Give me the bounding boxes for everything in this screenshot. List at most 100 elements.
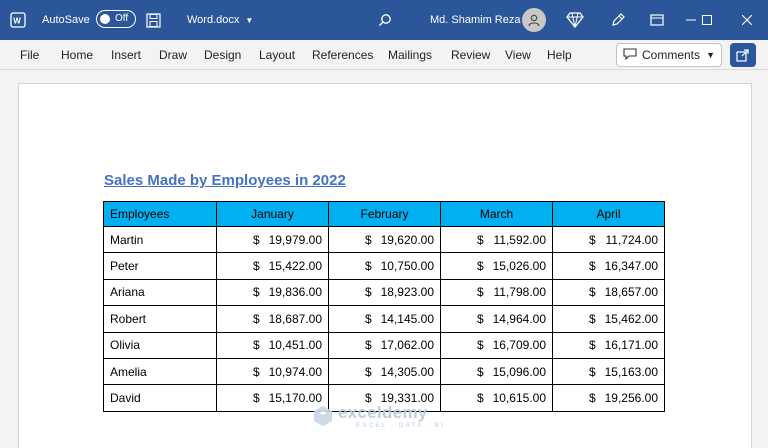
amount-value: 10,615.00 <box>492 391 546 406</box>
amount-value: 11,592.00 <box>493 232 547 247</box>
amount-value: 15,163.00 <box>604 364 658 379</box>
ribbon-display-icon[interactable] <box>650 0 664 40</box>
autosave-toggle[interactable]: Off <box>96 10 136 28</box>
currency-symbol: $ <box>589 259 596 274</box>
sales-amount-cell: $14,305.00 <box>328 357 441 386</box>
amount-value: 17,062.00 <box>380 338 434 353</box>
diamond-icon[interactable] <box>566 0 584 40</box>
sales-table: Employees January February March April M… <box>103 201 665 412</box>
table-header-cell: January <box>216 201 329 227</box>
sales-amount-cell: $15,462.00 <box>552 305 665 333</box>
amount-value: 11,798.00 <box>493 285 547 300</box>
employee-name-cell: Ariana <box>103 278 217 307</box>
table-header-cell: March <box>440 201 553 227</box>
currency-symbol: $ <box>477 259 484 274</box>
sales-amount-cell: $10,974.00 <box>216 357 329 386</box>
employee-name-cell: David <box>103 384 217 412</box>
tab-draw[interactable]: Draw <box>159 40 187 70</box>
currency-symbol: $ <box>589 338 596 353</box>
chevron-down-icon: ▼ <box>706 50 715 60</box>
sales-amount-cell: $19,836.00 <box>216 278 329 307</box>
sales-amount-cell: $17,062.00 <box>328 331 441 359</box>
sales-amount-cell: $15,026.00 <box>440 252 553 280</box>
amount-value: 14,305.00 <box>380 364 434 379</box>
sales-amount-cell: $11,592.00 <box>440 225 553 254</box>
table-row: Ariana $19,836.00 $18,923.00 $11,798.00 $18,… <box>103 278 665 307</box>
tab-review[interactable]: Review <box>451 40 490 70</box>
amount-value: 18,687.00 <box>268 311 322 326</box>
amount-value: 10,750.00 <box>380 259 434 274</box>
table-header-cell: April <box>552 201 665 227</box>
sales-amount-cell: $16,709.00 <box>440 331 553 359</box>
table-row: Olivia $10,451.00 $17,062.00 $16,709.00 $16,… <box>103 331 665 359</box>
employee-name-cell: Peter <box>103 252 217 280</box>
tab-references[interactable]: References <box>312 40 373 70</box>
table-header-cell: Employees <box>103 201 217 227</box>
table-row: Robert $18,687.00 $14,145.00 $14,964.00 $15,… <box>103 305 665 333</box>
employee-name-cell: Amelia <box>103 357 217 386</box>
currency-symbol: $ <box>253 232 260 247</box>
employee-name-cell: Robert <box>103 305 217 333</box>
currency-symbol: $ <box>253 285 260 300</box>
sales-amount-cell: $11,724.00 <box>552 225 665 254</box>
title-bar: W AutoSave Off Word.docx ▼ Md. Shamim Re… <box>0 0 768 40</box>
currency-symbol: $ <box>365 311 372 326</box>
employee-name-cell: Martin <box>103 225 217 254</box>
word-app-icon[interactable]: W <box>10 0 26 40</box>
maximize-icon[interactable] <box>698 0 716 40</box>
table-row: Martin $19,979.00 $19,620.00 $11,592.00 $11,… <box>103 225 665 254</box>
close-icon[interactable] <box>738 0 756 40</box>
tab-home[interactable]: Home <box>61 40 93 70</box>
svg-text:W: W <box>13 17 21 26</box>
currency-symbol: $ <box>477 364 484 379</box>
comments-label: Comments <box>642 48 701 62</box>
table-header-row: Employees January February March April <box>103 201 665 227</box>
amount-value: 10,974.00 <box>268 364 322 379</box>
search-icon[interactable] <box>378 0 392 40</box>
sales-amount-cell: $11,798.00 <box>440 278 553 307</box>
sales-amount-cell: $14,964.00 <box>440 305 553 333</box>
avatar[interactable] <box>522 8 546 32</box>
currency-symbol: $ <box>477 311 484 326</box>
share-button[interactable] <box>730 43 756 67</box>
pen-icon[interactable] <box>610 0 626 40</box>
document-title: Sales Made by Employees in 2022 <box>104 172 346 189</box>
toggle-knob <box>100 14 110 24</box>
sales-amount-cell: $16,347.00 <box>552 252 665 280</box>
amount-value: 18,923.00 <box>380 285 434 300</box>
comments-button[interactable]: Comments ▼ <box>616 43 722 67</box>
tab-design[interactable]: Design <box>204 40 241 70</box>
amount-value: 15,026.00 <box>492 259 546 274</box>
sales-amount-cell: $19,620.00 <box>328 225 441 254</box>
tab-help[interactable]: Help <box>547 40 572 70</box>
amount-value: 14,145.00 <box>380 311 434 326</box>
tab-insert[interactable]: Insert <box>111 40 141 70</box>
currency-symbol: $ <box>253 259 260 274</box>
tab-view[interactable]: View <box>505 40 531 70</box>
currency-symbol: $ <box>477 338 484 353</box>
amount-value: 15,170.00 <box>268 391 322 406</box>
document-name: Word.docx <box>187 14 240 26</box>
currency-symbol: $ <box>477 285 484 300</box>
comment-icon <box>623 47 637 63</box>
sales-amount-cell: $15,422.00 <box>216 252 329 280</box>
sales-amount-cell: $10,615.00 <box>440 384 553 412</box>
tab-file[interactable]: File <box>20 40 39 70</box>
currency-symbol: $ <box>477 232 484 247</box>
sales-amount-cell: $16,171.00 <box>552 331 665 359</box>
amount-value: 16,347.00 <box>604 259 658 274</box>
save-icon[interactable] <box>146 0 161 40</box>
amount-value: 19,836.00 <box>268 285 322 300</box>
document-name-menu[interactable]: Word.docx ▼ <box>187 0 253 40</box>
tab-mailings[interactable]: Mailings <box>388 40 432 70</box>
currency-symbol: $ <box>589 311 596 326</box>
currency-symbol: $ <box>253 311 260 326</box>
exceldemy-logo-icon <box>314 406 332 426</box>
user-name[interactable]: Md. Shamim Reza <box>430 0 520 40</box>
table-row: Peter $15,422.00 $10,750.00 $15,026.00 $16,3… <box>103 252 665 280</box>
tab-layout[interactable]: Layout <box>259 40 295 70</box>
sales-amount-cell: $14,145.00 <box>328 305 441 333</box>
currency-symbol: $ <box>365 338 372 353</box>
amount-value: 19,256.00 <box>604 391 658 406</box>
amount-value: 10,451.00 <box>268 338 322 353</box>
